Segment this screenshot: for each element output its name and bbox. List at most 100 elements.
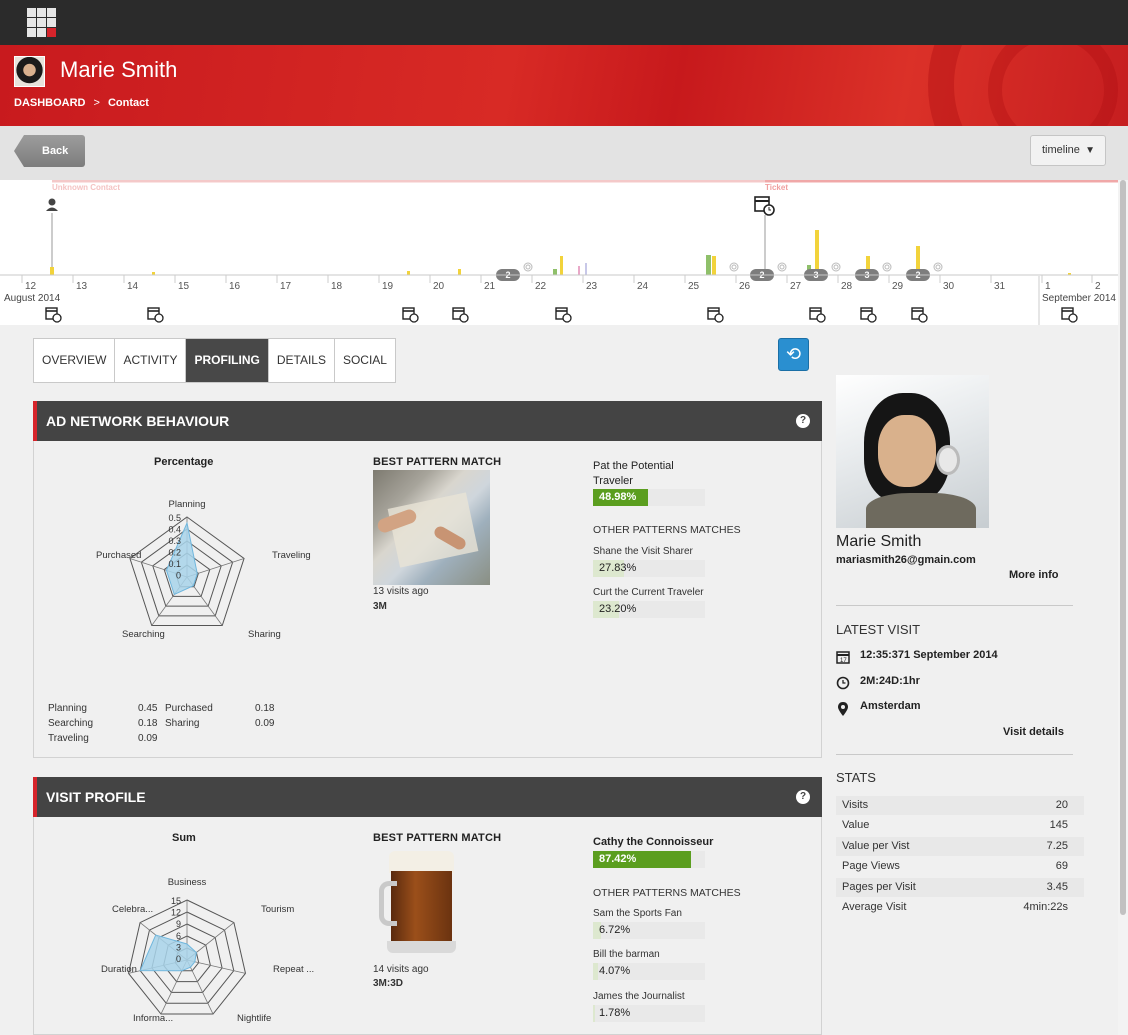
back-button[interactable]: Back xyxy=(14,135,85,167)
day-label: 27 xyxy=(790,281,802,292)
day-label: 31 xyxy=(994,281,1006,292)
match-percent: 87.42% xyxy=(599,853,637,865)
stats-value: 7.25 xyxy=(1046,839,1068,852)
bar-fill xyxy=(593,963,598,980)
map-paper xyxy=(387,492,479,568)
radar-tick-label: 12 xyxy=(171,908,181,918)
radar-axis-label: Traveling xyxy=(272,550,311,561)
tab-overview[interactable]: OVERVIEW xyxy=(34,339,116,382)
primary-match-name: Cathy the Connoisseur xyxy=(593,836,714,848)
ticket-calendar-icon[interactable] xyxy=(754,196,775,216)
day-label: 23 xyxy=(586,281,598,292)
match-percent: 4.07% xyxy=(599,965,631,977)
tab-details[interactable]: DETAILS xyxy=(269,339,335,382)
map-pin-icon xyxy=(836,701,850,717)
avatar xyxy=(14,56,45,87)
best-pattern-label: BEST PATTERN MATCH xyxy=(373,832,502,844)
legend-label: Purchased xyxy=(165,703,213,714)
refresh-button[interactable]: ⟲ xyxy=(778,338,809,371)
timeline[interactable]: Unknown Contact Ticket 2 2 3 3 2 12 13 1… xyxy=(0,180,1118,325)
stats-label: Page Views xyxy=(842,860,900,873)
stats-value: 145 xyxy=(1049,819,1068,832)
app-grid-icon[interactable] xyxy=(27,8,56,37)
other-patterns-label: OTHER PATTERNS MATCHES xyxy=(593,887,741,899)
radar-tick-label: 0.5 xyxy=(168,513,181,523)
breadcrumb-current: Contact xyxy=(107,97,149,109)
match-percent: 48.98% xyxy=(599,491,637,503)
pattern-image-map xyxy=(373,470,490,585)
stats-row: Value per Vist 7.25 xyxy=(836,836,1084,856)
segment-label-ticket: Ticket xyxy=(765,183,788,192)
calendar-clock-icon xyxy=(45,307,62,323)
profile-email: mariasmith26@gmain.com xyxy=(836,554,976,566)
breadcrumb-dashboard[interactable]: DASHBOARD xyxy=(14,97,86,109)
stats-row: Page Views 69 xyxy=(836,857,1084,876)
breadcrumb: DASHBOARD > Contact xyxy=(14,97,149,109)
match-percent: 1.78% xyxy=(599,1007,631,1019)
scrollbar[interactable] xyxy=(1118,180,1128,1035)
panel-title: VISIT PROFILE xyxy=(46,789,146,805)
contact-header: Marie Smith DASHBOARD > Contact xyxy=(0,45,1128,126)
day-label: 13 xyxy=(76,281,88,292)
more-info-link[interactable]: More info xyxy=(1009,569,1059,581)
ad-network-panel: Percentage Planning Traveling Sharing Searc… xyxy=(33,441,822,758)
other-match-bar: 23.20% xyxy=(593,601,705,618)
other-match-name: James the Journalist xyxy=(593,991,685,1002)
day-label: 22 xyxy=(535,281,547,292)
day-label: 29 xyxy=(892,281,904,292)
help-icon[interactable]: ? xyxy=(796,414,810,428)
visit-details-link[interactable]: Visit details xyxy=(1003,726,1064,738)
visit-date: 12:35:371 September 2014 xyxy=(860,649,998,661)
calendar-clock-icon xyxy=(911,307,928,323)
stats-value: 4min:22s xyxy=(1023,901,1068,913)
day-label: 30 xyxy=(943,281,955,292)
scrollbar-thumb[interactable] xyxy=(1120,180,1126,915)
radar-spoke xyxy=(186,959,214,1015)
visit-profile-panel: Sum Business Tourism Repeat ... Nightlife In… xyxy=(33,817,822,1035)
svg-text:17: 17 xyxy=(840,658,847,664)
calendar-event-icons[interactable] xyxy=(45,307,1078,323)
radar-tick-label: 0 xyxy=(176,571,181,581)
tab-activity[interactable]: ACTIVITY xyxy=(115,339,187,382)
visit-location: Amsterdam xyxy=(860,700,921,712)
other-match-name: Curt the Current Traveler xyxy=(593,587,704,598)
tab-social[interactable]: SOCIAL xyxy=(335,339,395,382)
calendar-clock-icon xyxy=(707,307,724,323)
visits-ago: 14 visits ago xyxy=(373,964,429,975)
tab-profiling[interactable]: PROFILING xyxy=(186,339,269,382)
photo-shoulders xyxy=(866,493,976,528)
radar-tick-label: 0.3 xyxy=(168,536,181,546)
stats-title: STATS xyxy=(836,770,876,785)
profile-photo xyxy=(836,375,989,528)
radar-tick-label: 0.4 xyxy=(168,525,181,535)
beer-foam xyxy=(389,851,454,873)
other-match-bar: 1.78% xyxy=(593,1005,705,1022)
radar-axis-label: Duration xyxy=(101,964,137,975)
radar-axis-label: Repeat ... xyxy=(273,964,314,975)
latest-visit-title: LATEST VISIT xyxy=(836,622,921,637)
other-match-bar: 4.07% xyxy=(593,963,705,980)
panel-title: AD NETWORK BEHAVIOUR xyxy=(46,413,230,429)
day-label: 24 xyxy=(637,281,649,292)
person-icon[interactable] xyxy=(46,198,58,212)
month-label-september: September 2014 xyxy=(1042,293,1116,304)
pattern-duration: 3M xyxy=(373,601,387,612)
stats-label: Value per Vist xyxy=(842,839,910,852)
day-label: 28 xyxy=(841,281,853,292)
visit-profile-radar: Business Tourism Repeat ... Nightlife Inform… xyxy=(101,877,314,1024)
legend-value: 0.09 xyxy=(255,718,275,729)
day-label: 17 xyxy=(280,281,292,292)
radar-axis-label: Purchased xyxy=(96,550,141,561)
month-label-august: August 2014 xyxy=(4,293,61,304)
radar-tick-label: 0 xyxy=(176,954,181,964)
calendar-icon: 17 xyxy=(836,650,850,664)
photo-headphone xyxy=(936,445,960,475)
other-patterns-label: OTHER PATTERNS MATCHES xyxy=(593,524,741,536)
view-select[interactable]: timeline ▼ xyxy=(1030,135,1106,166)
help-icon[interactable]: ? xyxy=(796,790,810,804)
photo-face xyxy=(878,415,936,487)
match-percent: 23.20% xyxy=(599,603,637,615)
mug-base xyxy=(387,941,456,953)
chevron-down-icon: ▼ xyxy=(1085,145,1095,156)
radar-axis-label: Business xyxy=(168,877,207,888)
